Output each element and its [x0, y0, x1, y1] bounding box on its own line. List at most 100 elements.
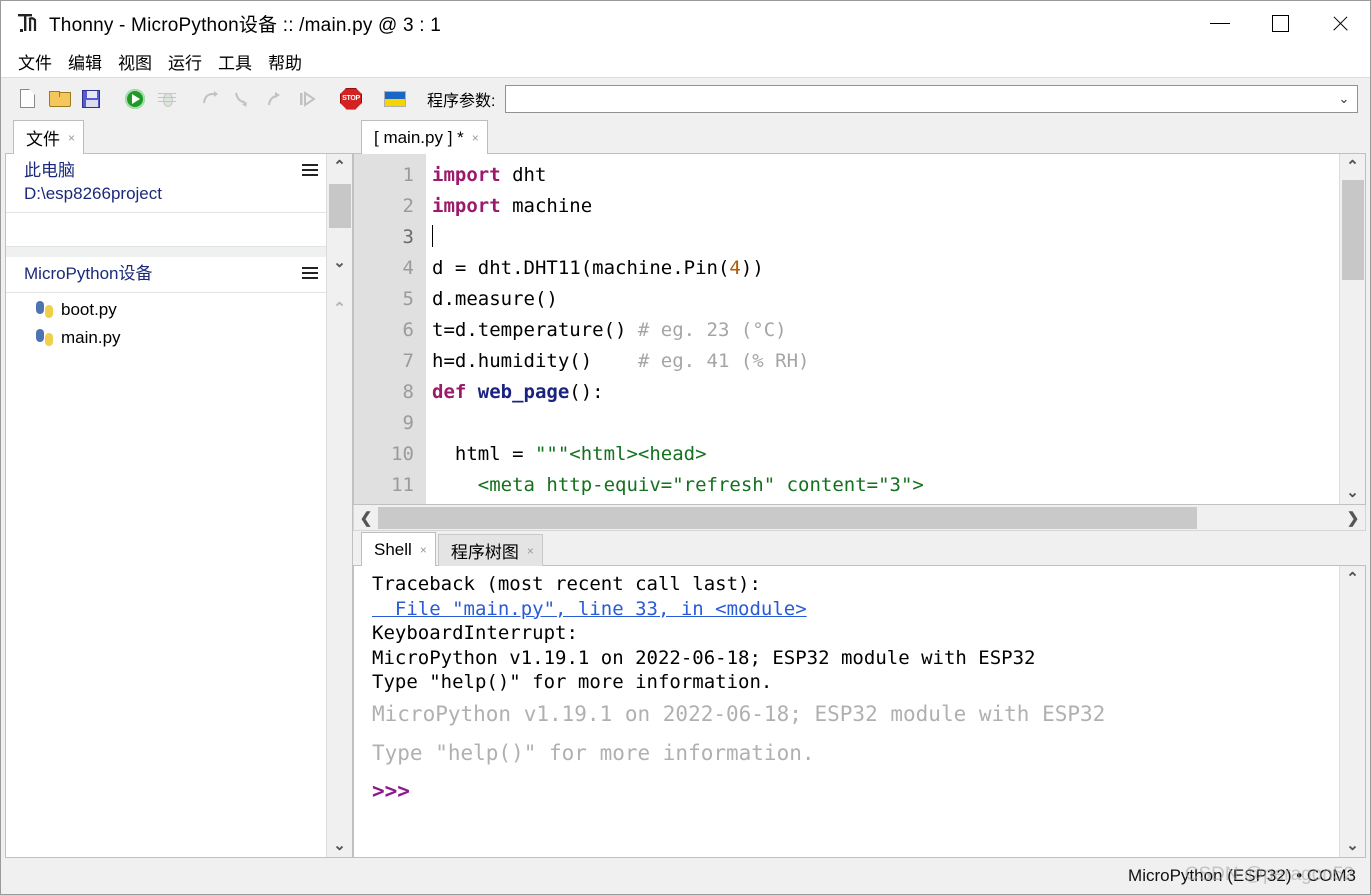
list-item[interactable]: boot.py — [6, 296, 326, 324]
device-scroll-track[interactable] — [327, 320, 353, 833]
text-cursor — [432, 225, 433, 247]
ukraine-flag-button[interactable] — [381, 85, 409, 113]
code-line: def web_page(): — [432, 377, 1339, 408]
stop-button[interactable]: STOP — [337, 85, 365, 113]
tab-main-py-close-icon[interactable]: × — [472, 131, 479, 145]
tab-shell[interactable]: Shell × — [361, 532, 436, 566]
interpreter-status[interactable]: MicroPython (ESP32) • COM3 — [1128, 866, 1356, 886]
code-token: web_page — [478, 381, 570, 403]
shell-area: Shell × 程序树图 × Traceback (most recent ca… — [353, 531, 1366, 858]
stop-icon: STOP — [340, 88, 362, 110]
run-button[interactable] — [121, 85, 149, 113]
resume-button[interactable] — [293, 85, 321, 113]
scroll-down-icon[interactable]: ⌄ — [1340, 480, 1366, 504]
menu-tools[interactable]: 工具 — [210, 47, 260, 76]
code-line: import dht — [432, 160, 1339, 191]
device-header[interactable]: MicroPython设备 — [6, 257, 326, 293]
shell-vertical-scrollbar[interactable]: ⌃ ⌄ — [1339, 566, 1365, 857]
minimize-button[interactable] — [1190, 1, 1250, 45]
new-file-button[interactable] — [13, 85, 41, 113]
this-computer-path: D:\esp8266project — [24, 183, 162, 206]
shell-line: KeyboardInterrupt: — [372, 621, 1339, 646]
tab-program-tree[interactable]: 程序树图 × — [438, 534, 543, 566]
editor-hscroll-track[interactable] — [378, 506, 1341, 530]
tab-program-tree-label: 程序树图 — [451, 538, 519, 563]
shell-prompt: >>> — [372, 773, 1339, 809]
device-scroll-up-icon[interactable]: ⌃ — [327, 296, 353, 320]
hamburger-icon[interactable] — [302, 164, 318, 176]
thonny-icon — [15, 10, 41, 36]
scroll-right-icon[interactable]: ❯ — [1341, 506, 1365, 530]
shell-tabstrip: Shell × 程序树图 × — [353, 531, 1366, 565]
open-file-button[interactable] — [45, 85, 73, 113]
files-scroll-track-top[interactable] — [327, 178, 353, 250]
menu-run[interactable]: 运行 — [160, 47, 210, 76]
save-icon — [82, 90, 100, 108]
close-button[interactable] — [1310, 1, 1370, 45]
step-over-button[interactable] — [197, 85, 225, 113]
tab-files-label: 文件 — [26, 125, 60, 150]
code-line: html = """<html><head> — [432, 439, 1339, 470]
program-arguments-combobox[interactable]: ⌄ — [505, 85, 1358, 113]
files-scrollbar[interactable]: ⌃ ⌄ ⌃ ⌄ — [326, 154, 352, 857]
editor-scroll-track[interactable] — [1340, 178, 1366, 480]
step-into-button[interactable] — [229, 85, 257, 113]
code-token: h=d.humidity() — [432, 350, 638, 372]
tab-files[interactable]: 文件 × — [13, 120, 84, 154]
program-arguments-label: 程序参数: — [427, 87, 495, 111]
line-number: 9 — [354, 408, 414, 439]
step-out-button[interactable] — [261, 85, 289, 113]
code-token: 4 — [729, 257, 740, 279]
menu-file[interactable]: 文件 — [10, 47, 60, 76]
maximize-button[interactable] — [1250, 1, 1310, 45]
list-item[interactable]: main.py — [6, 324, 326, 352]
scroll-down-icon[interactable]: ⌄ — [327, 250, 353, 274]
shell-scroll-track[interactable] — [1340, 590, 1366, 833]
chevron-down-icon[interactable]: ⌄ — [1331, 86, 1357, 112]
shell-line: Type "help()" for more information. — [372, 734, 1339, 773]
python-file-icon — [36, 301, 53, 318]
editor-hscroll-thumb[interactable] — [378, 507, 1197, 529]
code-token: import — [432, 164, 501, 186]
title-bar: Thonny - MicroPython设备 :: /main.py @ 3 :… — [1, 1, 1370, 45]
editor-horizontal-scrollbar[interactable]: ❮ ❯ — [353, 505, 1366, 531]
scroll-up-icon[interactable]: ⌃ — [1340, 566, 1366, 590]
files-scroll-thumb[interactable] — [329, 184, 351, 228]
minimize-icon — [1210, 23, 1230, 24]
menu-edit[interactable]: 编辑 — [60, 47, 110, 76]
tab-files-close-icon[interactable]: × — [68, 131, 75, 145]
code-token: # eg. 23 (°C) — [638, 319, 787, 341]
menu-view[interactable]: 视图 — [110, 47, 160, 76]
stop-label: STOP — [342, 95, 360, 102]
device-section: MicroPython设备 boot.py main.py — [6, 257, 326, 857]
device-scroll-down-icon[interactable]: ⌄ — [327, 833, 353, 857]
window-controls — [1190, 1, 1370, 45]
debug-button[interactable] — [153, 85, 181, 113]
step-out-icon — [265, 90, 285, 108]
program-arguments-input[interactable] — [506, 86, 1331, 112]
scroll-up-icon[interactable]: ⌃ — [327, 154, 353, 178]
tab-program-tree-close-icon[interactable]: × — [527, 544, 534, 558]
this-computer-header[interactable]: 此电脑 D:\esp8266project — [6, 154, 326, 213]
panel-divider — [6, 247, 326, 257]
scroll-left-icon[interactable]: ❮ — [354, 506, 378, 530]
code-area[interactable]: import dhtimport machined = dht.DHT11(ma… — [426, 154, 1339, 504]
menu-help[interactable]: 帮助 — [260, 47, 310, 76]
editor-scroll-thumb[interactable] — [1342, 180, 1364, 280]
files-tree: 此电脑 D:\esp8266project MicroPython设备 — [6, 154, 326, 857]
shell-line: Type "help()" for more information. — [372, 670, 1339, 695]
new-file-icon — [20, 89, 35, 108]
scroll-down-icon[interactable]: ⌄ — [1340, 833, 1366, 857]
tab-main-py[interactable]: [ main.py ] * × — [361, 120, 488, 154]
traceback-file-link[interactable]: File "main.py", line 33, in <module> — [372, 597, 1339, 622]
device-title: MicroPython设备 — [24, 264, 152, 283]
shell-output[interactable]: Traceback (most recent call last): File … — [354, 566, 1339, 857]
open-folder-icon — [49, 90, 69, 107]
editor-vertical-scrollbar[interactable]: ⌃ ⌄ — [1339, 154, 1365, 504]
save-button[interactable] — [77, 85, 105, 113]
scroll-up-icon[interactable]: ⌃ — [1340, 154, 1366, 178]
tab-shell-close-icon[interactable]: × — [420, 543, 427, 557]
close-icon — [1331, 14, 1350, 33]
line-number: 1 — [354, 160, 414, 191]
hamburger-icon[interactable] — [302, 267, 318, 279]
